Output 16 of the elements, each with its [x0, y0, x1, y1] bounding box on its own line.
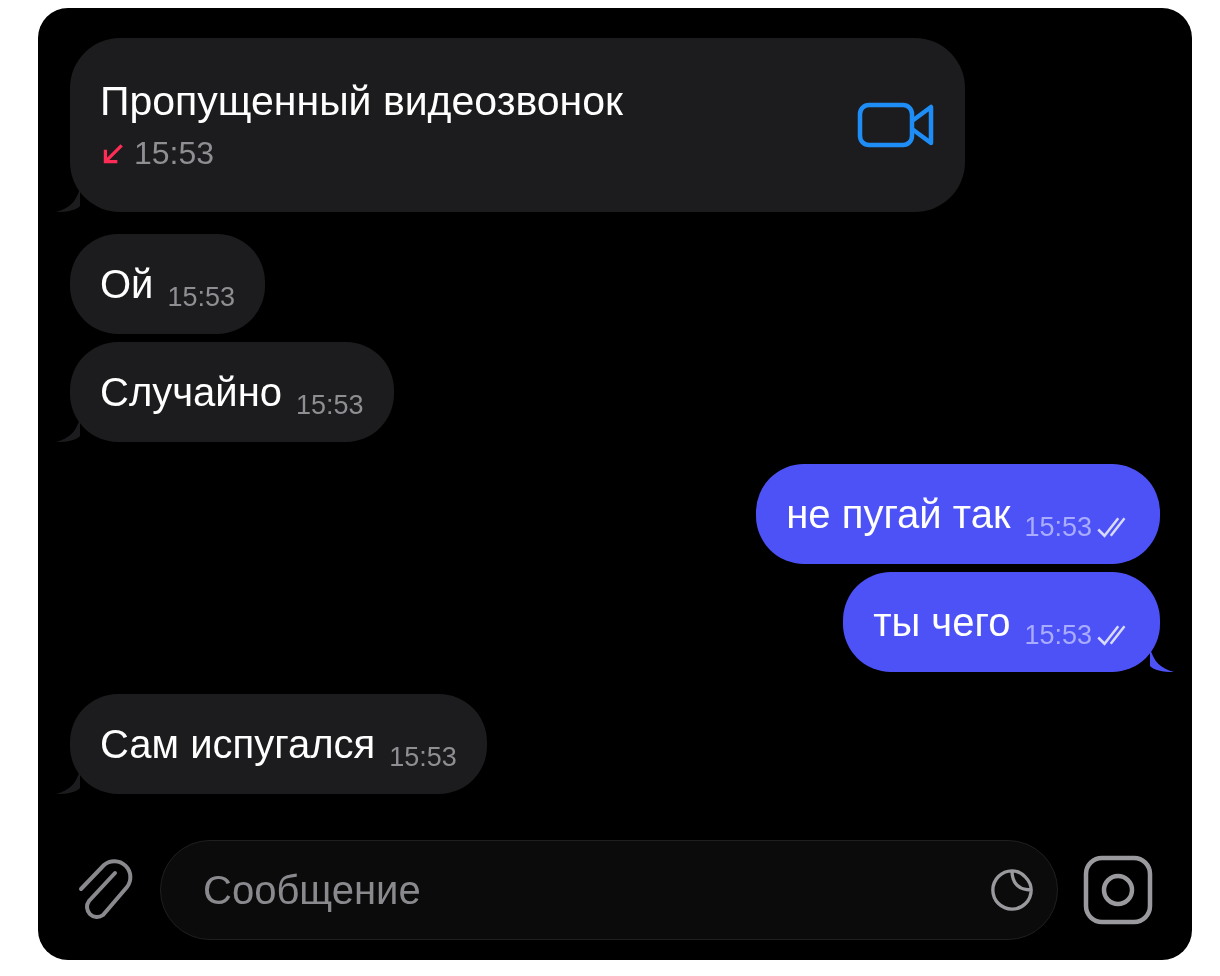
message-input: Сообщение	[201, 866, 989, 914]
message-time: 15:53	[1024, 619, 1092, 651]
message-text: Случайно	[100, 369, 282, 415]
message-time: 15:53	[167, 281, 236, 313]
message-time: 15:53	[296, 389, 364, 421]
message-text: Ой	[100, 261, 154, 307]
message-text: не пугай так	[786, 491, 1011, 537]
camera-icon[interactable]	[1082, 854, 1154, 926]
message-time: 15:53	[134, 135, 215, 172]
message-text: Сам испугался	[100, 721, 376, 767]
message-field[interactable]: Сообщение	[160, 840, 1058, 940]
message-time: 15:53	[1024, 511, 1092, 543]
sticker-icon[interactable]	[989, 867, 1035, 913]
message-time: 15:53	[389, 741, 457, 773]
message-text: ты чего	[873, 599, 1011, 645]
call-title: Пропущенный видеозвонок	[100, 78, 623, 125]
